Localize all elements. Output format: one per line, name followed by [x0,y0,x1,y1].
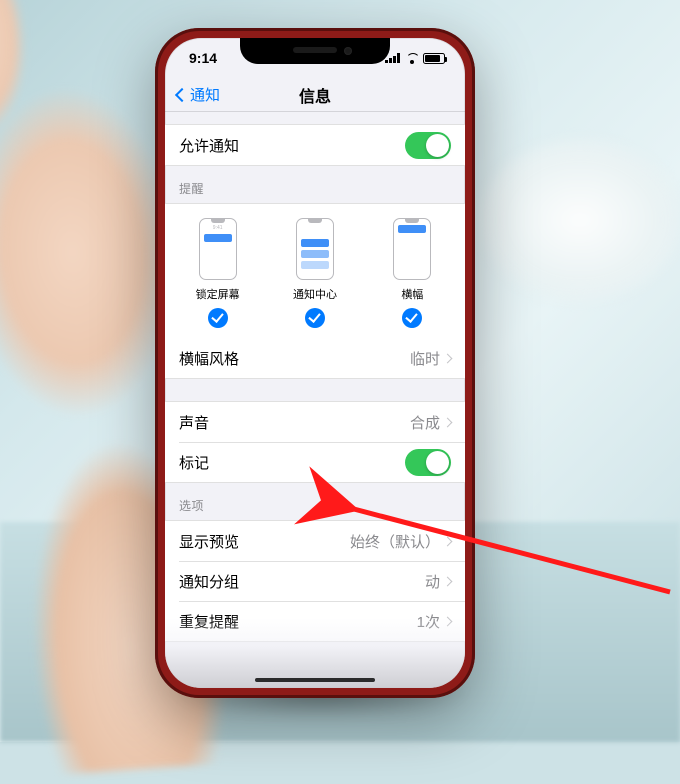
status-time: 9:14 [189,50,217,66]
allow-notifications-row[interactable]: 允许通知 [165,125,465,165]
checkmark-icon [208,308,228,328]
badge-switch[interactable] [405,449,451,476]
notification-center-preview-icon [296,218,334,280]
page-title: 信息 [299,83,331,107]
chevron-left-icon [175,87,189,101]
iphone-device: 9:14 通知 信息 允许通知 提醒 [155,28,475,698]
notification-grouping-label: 通知分组 [179,571,239,592]
badge-row[interactable]: 标记 [165,442,465,482]
show-preview-label: 显示预览 [179,531,239,552]
wifi-icon [405,53,419,63]
allow-notifications-label: 允许通知 [179,135,239,156]
allow-notifications-switch[interactable] [405,132,451,159]
sound-value: 合成 [410,412,440,433]
checkmark-icon [305,308,325,328]
show-preview-row[interactable]: 显示预览 始终（默认） [165,521,465,561]
back-button[interactable]: 通知 [171,78,220,111]
settings-content[interactable]: 允许通知 提醒 9:41 锁定屏幕 [165,112,465,688]
banner-style-label: 横幅风格 [179,348,239,369]
background-blob [480,140,680,300]
chevron-right-icon [443,417,453,427]
navigation-bar: 通知 信息 [165,78,465,112]
alert-option-label: 通知中心 [293,286,337,302]
options-header: 选项 [165,483,465,520]
alert-option-banner[interactable]: 横幅 [372,218,452,328]
banner-style-value: 临时 [410,348,440,369]
banner-style-row[interactable]: 横幅风格 临时 [165,338,465,378]
battery-icon [423,53,445,64]
notification-grouping-value: 动 [425,571,440,592]
alert-option-label: 横幅 [401,286,423,302]
show-preview-value: 始终（默认） [350,531,440,552]
alert-option-lockscreen[interactable]: 9:41 锁定屏幕 [178,218,258,328]
alert-option-notification-center[interactable]: 通知中心 [275,218,355,328]
checkmark-icon [402,308,422,328]
device-notch [240,38,390,64]
chevron-right-icon [443,536,453,546]
sound-row[interactable]: 声音 合成 [165,402,465,442]
chevron-right-icon [443,353,453,363]
banner-preview-icon [393,218,431,280]
notification-grouping-row[interactable]: 通知分组 动 [165,561,465,601]
screen: 9:14 通知 信息 允许通知 提醒 [165,38,465,688]
chevron-right-icon [443,576,453,586]
lockscreen-preview-icon: 9:41 [199,218,237,280]
home-indicator[interactable] [255,678,375,682]
alert-option-label: 锁定屏幕 [196,286,240,302]
alert-style-row: 9:41 锁定屏幕 通知中心 [165,204,465,338]
badge-label: 标记 [179,452,209,473]
alerts-header: 提醒 [165,166,465,203]
sound-label: 声音 [179,412,209,433]
back-label: 通知 [190,84,220,105]
